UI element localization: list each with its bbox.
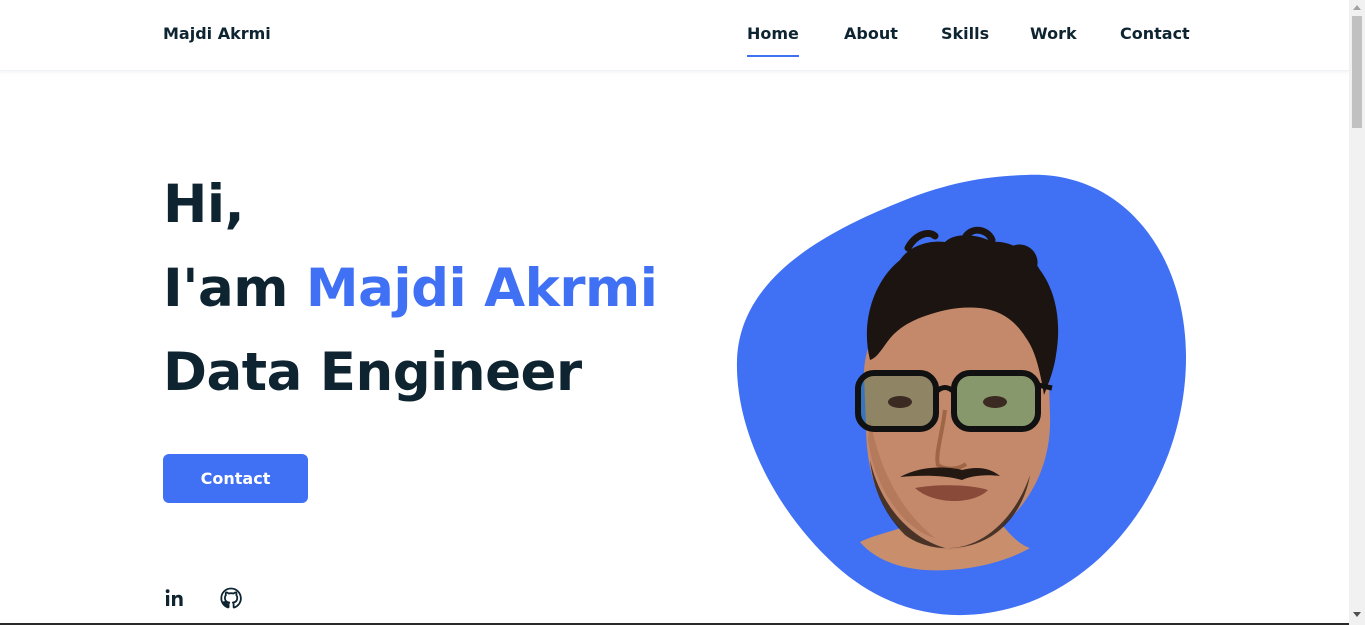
github-glyph bbox=[220, 587, 242, 609]
site-header: Majdi Akrmi Home About Skills Work Conta… bbox=[0, 0, 1349, 71]
nav-about[interactable]: About bbox=[844, 24, 898, 43]
nav-contact[interactable]: Contact bbox=[1120, 24, 1190, 43]
vertical-scrollbar[interactable] bbox=[1349, 0, 1365, 625]
portfolio-page: Majdi Akrmi Home About Skills Work Conta… bbox=[0, 0, 1365, 625]
hero-role: Data Engineer bbox=[163, 342, 582, 403]
contact-button[interactable]: Contact bbox=[163, 454, 308, 503]
nav-skills[interactable]: Skills bbox=[941, 24, 989, 43]
github-icon[interactable] bbox=[219, 586, 243, 610]
nav-work[interactable]: Work bbox=[1030, 24, 1077, 43]
main-nav: Home About Skills Work Contact bbox=[0, 24, 1349, 64]
scroll-thumb[interactable] bbox=[1352, 16, 1362, 128]
hero-image-blob bbox=[736, 174, 1187, 616]
hero-intro: I'am Majdi Akrmi bbox=[163, 262, 658, 315]
linkedin-icon[interactable] bbox=[163, 586, 187, 610]
scroll-up-icon[interactable] bbox=[1353, 5, 1361, 10]
hero-name: Majdi Akrmi bbox=[305, 258, 658, 319]
hero-intro-prefix: I'am bbox=[163, 258, 288, 319]
scroll-down-icon[interactable] bbox=[1353, 612, 1361, 617]
hero-greeting: Hi, bbox=[163, 174, 245, 235]
linkedin-glyph bbox=[165, 589, 183, 606]
nav-home[interactable]: Home bbox=[747, 24, 799, 57]
